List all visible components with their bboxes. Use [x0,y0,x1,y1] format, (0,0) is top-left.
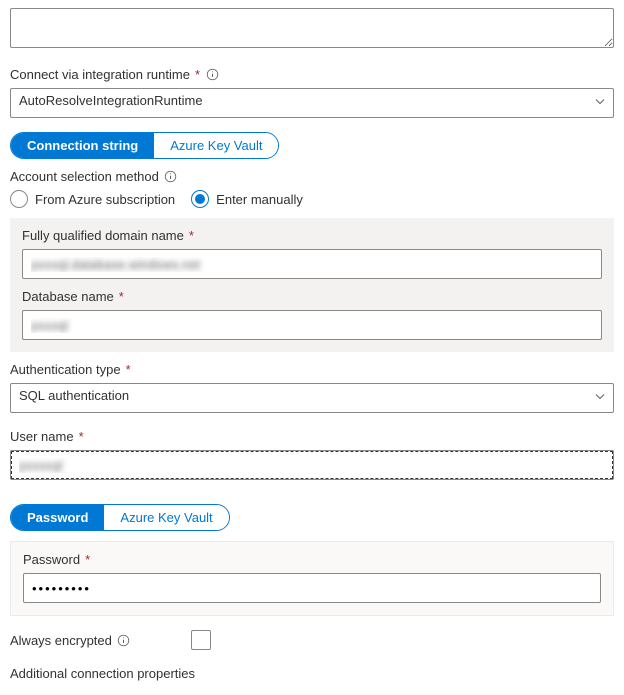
dbname-label: Database name [22,289,114,304]
connection-method-tabs: Connection string Azure Key Vault [10,132,279,159]
info-icon[interactable] [164,170,178,184]
password-required: * [85,552,90,567]
ir-label: Connect via integration runtime [10,67,190,82]
password-input[interactable] [23,573,601,603]
authtype-label: Authentication type [10,362,121,377]
always-encrypted-checkbox[interactable] [191,630,211,650]
password-panel: Password * [10,541,614,616]
fqdn-input[interactable] [22,249,602,279]
radio-icon [191,190,209,208]
radio-label: From Azure subscription [35,192,175,207]
authtype-dropdown[interactable]: SQL authentication [10,383,614,413]
authtype-dropdown-value: SQL authentication [10,383,614,413]
description-textarea[interactable] [10,8,614,48]
password-method-tabs: Password Azure Key Vault [10,504,230,531]
info-icon[interactable] [205,68,219,82]
info-icon[interactable] [117,633,131,647]
radio-icon [10,190,28,208]
fqdn-label: Fully qualified domain name [22,228,184,243]
radio-enter-manually[interactable]: Enter manually [191,190,303,208]
radio-label: Enter manually [216,192,303,207]
dbname-required: * [119,289,124,304]
manual-account-panel: Fully qualified domain name * Database n… [10,218,614,352]
ir-required: * [195,67,200,82]
always-encrypted-label: Always encrypted [10,633,112,648]
radio-from-subscription[interactable]: From Azure subscription [10,190,175,208]
username-required: * [79,429,84,444]
fqdn-required: * [189,228,194,243]
tab-azure-key-vault[interactable]: Azure Key Vault [154,133,278,158]
additional-props-label: Additional connection properties [10,666,195,681]
authtype-required: * [126,362,131,377]
tab-password[interactable]: Password [11,505,104,530]
ir-dropdown-value: AutoResolveIntegrationRuntime [10,88,614,118]
account-method-label: Account selection method [10,169,159,184]
username-input[interactable] [10,450,614,480]
ir-dropdown[interactable]: AutoResolveIntegrationRuntime [10,88,614,118]
tab-connection-string[interactable]: Connection string [11,133,154,158]
tab-password-akv[interactable]: Azure Key Vault [104,505,228,530]
password-label: Password [23,552,80,567]
username-label: User name [10,429,74,444]
dbname-input[interactable] [22,310,602,340]
